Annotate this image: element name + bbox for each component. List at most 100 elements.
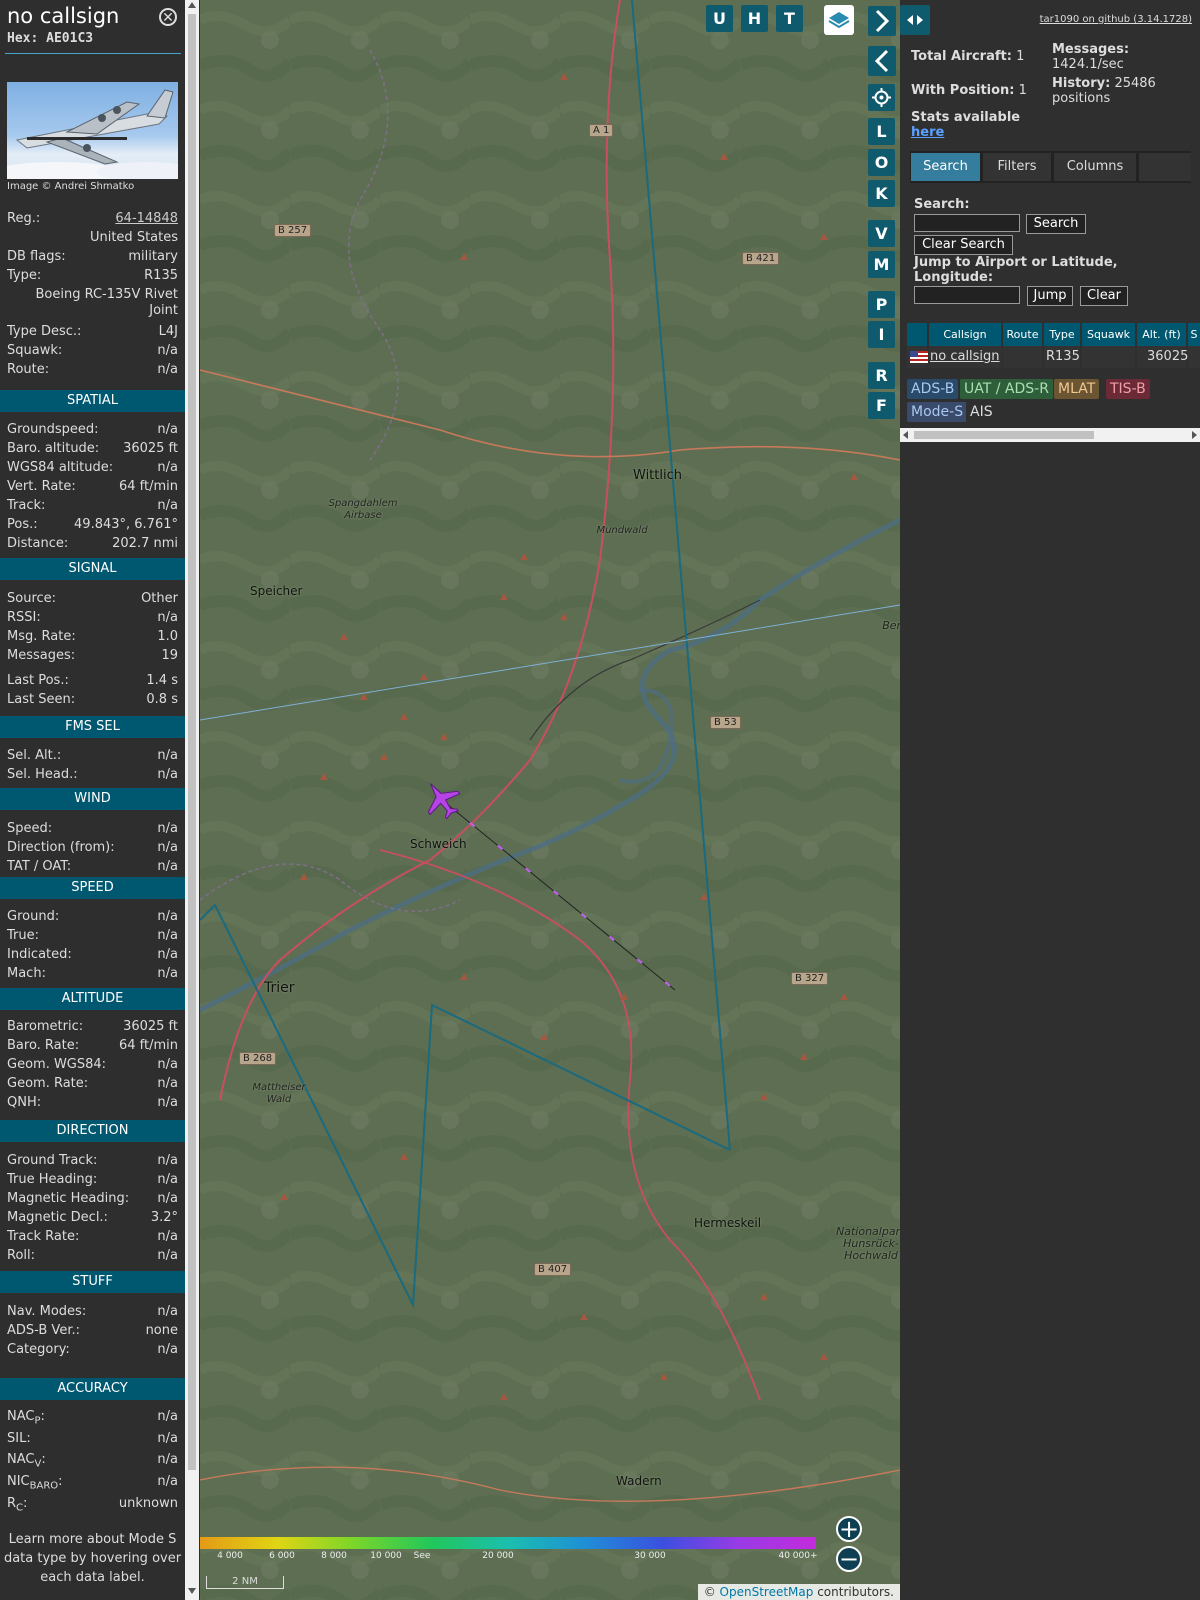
scroll-down-icon[interactable] xyxy=(188,1588,196,1594)
accuracy-label-main: SIL: xyxy=(7,1431,31,1446)
info-label: Sel. Alt.: xyxy=(7,748,62,763)
source-badge[interactable]: Mode-S xyxy=(907,402,968,422)
info-row: Last Pos.: 1.4 s xyxy=(7,673,178,692)
info-value: 64 ft/min xyxy=(118,479,178,494)
col-callsign-header[interactable]: Callsign xyxy=(929,323,1001,346)
info-row: Route: n/a xyxy=(7,362,178,381)
callsign-cell[interactable]: no callsign xyxy=(929,346,1002,368)
expand-right-button[interactable] xyxy=(868,6,896,36)
search-input[interactable] xyxy=(914,214,1020,232)
aircraft-photo[interactable] xyxy=(7,82,178,179)
info-row: NICBARO: n/a xyxy=(7,1474,178,1493)
info-label: Type: xyxy=(7,268,42,283)
toolbar-button-r[interactable]: R xyxy=(868,362,895,389)
col-type-header[interactable]: Type xyxy=(1044,323,1080,346)
clear-search-button[interactable]: Clear Search xyxy=(914,235,1013,255)
altitude-tick-label: 8 000 xyxy=(321,1551,347,1561)
toolbar-button-i[interactable]: I xyxy=(868,321,895,348)
toggle-sidebar-button[interactable] xyxy=(900,5,930,35)
toolbar-button-m[interactable]: M xyxy=(868,251,895,278)
col-flag-header[interactable] xyxy=(907,323,927,346)
info-value: n/a xyxy=(157,1095,178,1110)
section-header-accuracy[interactable]: ACCURACY xyxy=(0,1378,185,1400)
settings-button[interactable] xyxy=(868,84,895,111)
source-badge[interactable]: TIS-B xyxy=(1106,379,1150,399)
toolbar-button-l[interactable]: L xyxy=(868,118,895,145)
clear-button[interactable]: Clear xyxy=(1080,286,1128,306)
info-row: Distance: 202.7 nmi xyxy=(7,536,178,555)
toolbar-button-h[interactable]: H xyxy=(741,5,768,32)
col-s-header[interactable]: S xyxy=(1188,323,1200,346)
road-label: B 327 xyxy=(791,972,829,985)
section-header-wind[interactable]: WIND xyxy=(0,788,185,810)
github-link[interactable]: tar1090 on github (3.14.1728) xyxy=(1040,14,1192,25)
hscroll-thumb[interactable] xyxy=(914,431,1094,439)
registration-link[interactable]: 64-14848 xyxy=(115,211,178,226)
section-header-speed[interactable]: SPEED xyxy=(0,877,185,899)
source-badge[interactable]: MLAT xyxy=(1054,379,1100,399)
toolbar-button-p[interactable]: P xyxy=(868,291,895,318)
zoom-in-button[interactable]: + xyxy=(836,1516,862,1542)
tab-empty[interactable] xyxy=(1139,153,1191,181)
info-label: Speed: xyxy=(7,821,53,836)
section-header-spatial[interactable]: SPATIAL xyxy=(0,390,185,412)
scroll-thumb[interactable] xyxy=(188,14,196,1470)
jump-input[interactable] xyxy=(914,286,1020,304)
info-value: n/a xyxy=(157,966,178,981)
source-badge[interactable]: AIS xyxy=(966,402,997,422)
osm-link[interactable]: OpenStreetMap xyxy=(720,1585,814,1599)
search-button[interactable]: Search xyxy=(1026,214,1086,234)
info-row: Geom. Rate: n/a xyxy=(7,1076,178,1095)
gear-icon xyxy=(872,88,891,107)
source-badge[interactable]: UAT / ADS-R xyxy=(960,379,1053,399)
info-row: Ground Track: n/a xyxy=(7,1153,178,1172)
section-header-direction[interactable]: DIRECTION xyxy=(0,1120,185,1142)
tab-filters[interactable]: Filters xyxy=(983,153,1051,181)
toolbar-button-t[interactable]: T xyxy=(776,5,803,32)
zoom-out-button[interactable]: − xyxy=(836,1546,862,1572)
table-scrollbar[interactable] xyxy=(900,428,1200,442)
info-value: n/a xyxy=(157,498,178,513)
section-header-fms-sel[interactable]: FMS SEL xyxy=(0,716,185,738)
info-value: n/a xyxy=(157,1191,178,1206)
toolbar-button-f[interactable]: F xyxy=(868,392,895,419)
info-row: SIL: n/a xyxy=(7,1431,178,1450)
map-canvas[interactable] xyxy=(200,0,900,1600)
jump-button[interactable]: Jump xyxy=(1027,286,1073,306)
col-squawk-header[interactable]: Squawk xyxy=(1082,323,1135,346)
col-route-header[interactable]: Route xyxy=(1003,323,1042,346)
tab-search[interactable]: Search xyxy=(911,153,980,181)
scroll-up-icon[interactable] xyxy=(188,2,196,8)
title-divider xyxy=(5,53,181,54)
altitude-gradient xyxy=(200,1537,816,1549)
collapse-left-button[interactable] xyxy=(868,46,896,76)
info-label: TAT / OAT: xyxy=(7,859,72,874)
layers-button[interactable] xyxy=(824,5,854,35)
toolbar-button-o[interactable]: O xyxy=(868,149,895,176)
tab-columns[interactable]: Columns xyxy=(1054,153,1136,181)
info-value: 64 ft/min xyxy=(118,1038,178,1053)
close-icon[interactable]: ✕ xyxy=(159,8,177,26)
info-row: NACP: n/a xyxy=(7,1409,178,1428)
callsign-title: no callsign xyxy=(7,4,120,28)
col-alt-header[interactable]: Alt. (ft) xyxy=(1137,323,1186,346)
section-header-stuff[interactable]: STUFF xyxy=(0,1271,185,1293)
source-badge[interactable]: ADS-B xyxy=(907,379,959,399)
info-row: Type: R135 xyxy=(7,268,178,287)
toolbar-button-k[interactable]: K xyxy=(868,180,895,207)
section-header-signal[interactable]: SIGNAL xyxy=(0,558,185,580)
section-header-altitude[interactable]: ALTITUDE xyxy=(0,988,185,1010)
info-label: DB flags: xyxy=(7,249,66,264)
scroll-left-icon[interactable] xyxy=(903,431,908,439)
accuracy-label-main: NAC xyxy=(7,1452,35,1467)
info-panel-scrollbar[interactable] xyxy=(185,0,199,1600)
toolbar-button-u[interactable]: U xyxy=(706,5,733,32)
info-row: Vert. Rate: 64 ft/min xyxy=(7,479,178,498)
toolbar-button-v[interactable]: V xyxy=(868,220,895,247)
info-value-line: Boeing RC-135V Rivet Joint xyxy=(35,287,178,318)
info-label: RSSI: xyxy=(7,610,41,625)
place-label: Spangdahlem Airbase xyxy=(328,498,398,521)
scroll-right-icon[interactable] xyxy=(1192,431,1197,439)
map-view[interactable]: Wittlich Speicher Schweich Trier Hermeskeil W… xyxy=(200,0,900,1600)
stats-link[interactable]: here xyxy=(911,125,944,140)
